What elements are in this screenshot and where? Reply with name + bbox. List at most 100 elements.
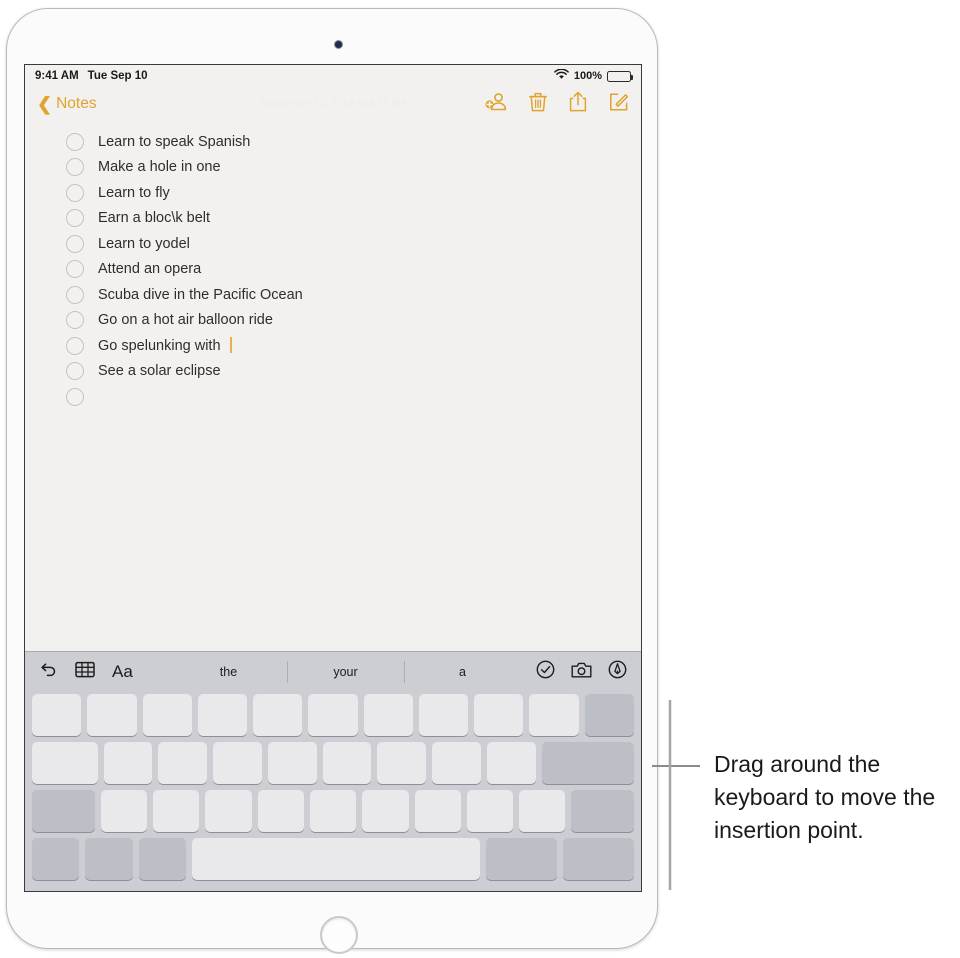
prediction-option-1[interactable]: the: [170, 665, 287, 679]
insertion-point-cursor: [229, 337, 232, 354]
keyboard-key[interactable]: [152, 790, 200, 832]
keyboard-key[interactable]: [213, 742, 262, 784]
keyboard-key[interactable]: [138, 838, 186, 880]
checklist-item-label: Make a hole in one: [98, 159, 221, 176]
checkbox-icon[interactable]: [66, 183, 84, 202]
keyboard-key[interactable]: [529, 694, 579, 736]
keyboard-key[interactable]: [257, 790, 304, 832]
keyboard-key[interactable]: [563, 838, 634, 880]
keyboard-key[interactable]: [197, 694, 248, 736]
checklist-item[interactable]: Learn to yodel: [25, 231, 641, 257]
keyboard-key[interactable]: [158, 742, 208, 784]
keyboard-row: [25, 790, 641, 832]
note-checklist: Learn to speak Spanish Make a hole in one…: [25, 121, 641, 651]
markup-pen-icon[interactable]: [608, 660, 627, 684]
checklist-item[interactable]: Attend an opera: [25, 257, 641, 283]
checkbox-icon[interactable]: [66, 311, 84, 330]
keyboard-key[interactable]: [142, 694, 192, 736]
checkbox-icon[interactable]: [66, 158, 84, 177]
keyboard-key[interactable]: [486, 838, 558, 880]
keyboard-key[interactable]: [85, 838, 133, 880]
keyboard-key[interactable]: [377, 742, 427, 784]
keyboard-key[interactable]: [474, 694, 524, 736]
checklist-item[interactable]: Go spelunking with: [25, 333, 641, 359]
keyboard-row: [25, 838, 641, 880]
checkbox-icon[interactable]: [66, 387, 84, 406]
keyboard-key[interactable]: [486, 742, 536, 784]
keyboard-key[interactable]: [322, 742, 372, 784]
keyboard-key[interactable]: [541, 742, 635, 784]
front-camera-icon: [334, 40, 343, 49]
keyboard-key[interactable]: [571, 790, 635, 832]
checklist-item-label: Go spelunking with: [98, 337, 232, 354]
keyboard-key[interactable]: [363, 694, 413, 736]
keyboard-key[interactable]: [32, 790, 95, 832]
share-icon[interactable]: [569, 91, 587, 117]
checkbox-icon[interactable]: [66, 336, 84, 355]
keyboard-key[interactable]: [362, 790, 409, 832]
keyboard-key[interactable]: [267, 742, 317, 784]
note-toolbar: ❮ Notes September 10, 2019 at 9:41 AM: [25, 87, 641, 121]
trash-icon[interactable]: [529, 92, 547, 117]
keyboard-key[interactable]: [308, 694, 358, 736]
checkbox-icon[interactable]: [66, 260, 84, 279]
checklist-item[interactable]: Earn a bloc\k belt: [25, 206, 641, 232]
keyboard-key[interactable]: [432, 742, 481, 784]
keyboard-key[interactable]: [103, 742, 153, 784]
keyboard-key[interactable]: [466, 790, 514, 832]
keyboard-key[interactable]: [414, 790, 461, 832]
checklist-item[interactable]: Go on a hot air balloon ride: [25, 308, 641, 334]
checkbox-icon[interactable]: [66, 285, 84, 304]
checklist-item-label: Learn to fly: [98, 184, 170, 201]
compose-icon[interactable]: [609, 92, 629, 117]
checklist-item-label: Learn to yodel: [98, 235, 190, 252]
camera-icon[interactable]: [571, 661, 592, 684]
checklist-item-label: See a solar eclipse: [98, 363, 221, 380]
checkbox-icon[interactable]: [66, 132, 84, 151]
battery-percent-label: 100%: [573, 70, 602, 82]
checkbox-icon[interactable]: [66, 362, 84, 381]
keyboard-key[interactable]: [32, 838, 80, 880]
undo-icon[interactable]: [39, 661, 58, 684]
keyboard-key[interactable]: [87, 694, 137, 736]
checklist-item[interactable]: Make a hole in one: [25, 155, 641, 181]
checklist-item[interactable]: Scuba dive in the Pacific Ocean: [25, 282, 641, 308]
keyboard-row: [25, 694, 641, 736]
onscreen-keyboard[interactable]: Aa the your a: [25, 651, 641, 891]
status-time: 9:41 AM: [35, 70, 79, 82]
checkbox-icon[interactable]: [66, 209, 84, 228]
wifi-icon: [554, 68, 569, 83]
add-person-icon[interactable]: [485, 92, 507, 116]
keyboard-key[interactable]: [253, 694, 303, 736]
back-to-notes-button[interactable]: ❮ Notes: [37, 95, 97, 113]
checklist-item-label: Learn to speak Spanish: [98, 133, 251, 150]
table-icon[interactable]: [75, 661, 95, 683]
text-format-button[interactable]: Aa: [112, 662, 133, 682]
prediction-option-2[interactable]: your: [287, 665, 404, 679]
callout-text: Drag around the keyboard to move the ins…: [714, 751, 936, 843]
checklist-item[interactable]: Learn to fly: [25, 180, 641, 206]
keyboard-key-rows: [25, 692, 641, 886]
keyboard-key[interactable]: [205, 790, 252, 832]
keyboard-key[interactable]: [32, 742, 98, 784]
checkbox-icon[interactable]: [66, 234, 84, 253]
checklist-item[interactable]: [25, 384, 641, 410]
checklist-item-label: Attend an opera: [98, 261, 202, 278]
keyboard-key[interactable]: [584, 694, 634, 736]
keyboard-key[interactable]: [519, 790, 566, 832]
ipad-screen: 9:41 AM Tue Sep 10 100% ❮ Notes Septembe…: [24, 64, 642, 892]
keyboard-key[interactable]: [191, 838, 481, 880]
keyboard-key[interactable]: [418, 694, 469, 736]
checklist-item-label: Scuba dive in the Pacific Ocean: [98, 286, 303, 303]
keyboard-key[interactable]: [32, 694, 82, 736]
keyboard-key[interactable]: [100, 790, 147, 832]
home-button[interactable]: [320, 916, 358, 954]
checklist-item[interactable]: See a solar eclipse: [25, 359, 641, 385]
checklist-item[interactable]: Learn to speak Spanish: [25, 129, 641, 155]
keyboard-key[interactable]: [309, 790, 357, 832]
checklist-icon[interactable]: [536, 660, 555, 684]
checklist-item-label: Go on a hot air balloon ride: [98, 312, 273, 329]
prediction-option-3[interactable]: a: [404, 665, 521, 679]
status-bar: 9:41 AM Tue Sep 10 100%: [25, 65, 641, 87]
status-date: Tue Sep 10: [87, 70, 148, 82]
